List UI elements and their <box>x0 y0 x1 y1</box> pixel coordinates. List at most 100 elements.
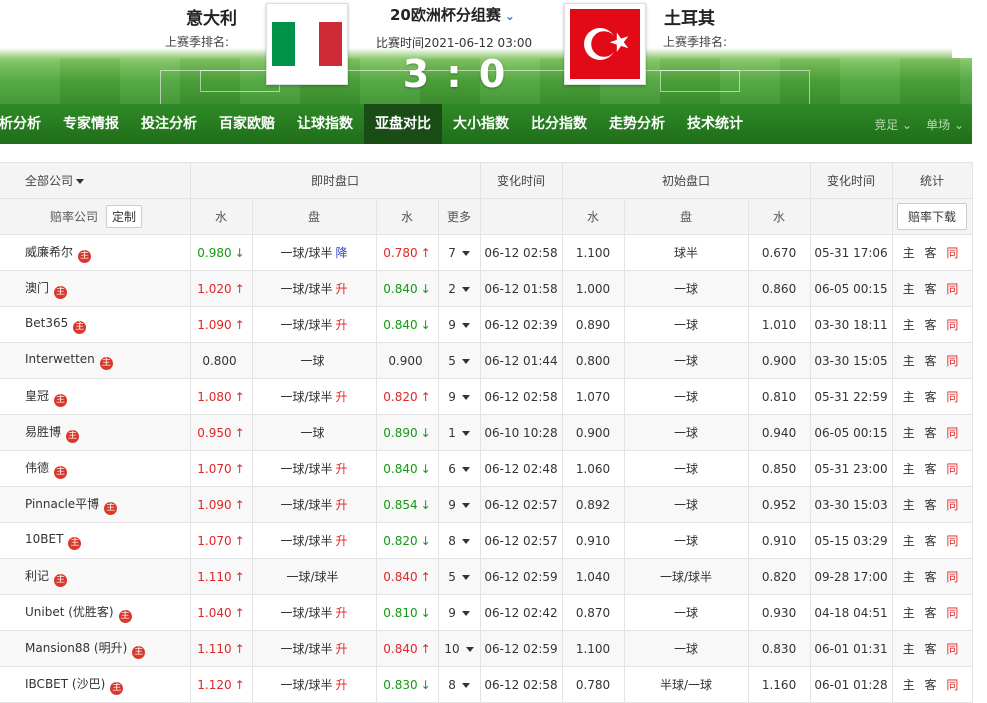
stat-home-link[interactable]: 主 <box>903 678 918 692</box>
stat-home-link[interactable]: 主 <box>903 282 918 296</box>
tab-0[interactable]: 析分析 <box>0 104 52 144</box>
table-row[interactable]: Bet365 主 1.090 ↑ 一球/球半升 0.840 ↓ 9 06-12 02:39 0.8… <box>0 306 973 343</box>
stat-away-link[interactable]: 客 <box>925 678 940 692</box>
stat-same-link[interactable]: 同 <box>946 642 961 656</box>
table-row[interactable]: 10BET 主 1.070 ↑ 一球/球半升 0.820 ↓ 8 06-12 02:57 0.91… <box>0 522 973 559</box>
italy-flag-icon[interactable] <box>266 3 348 85</box>
live-away-water: 0.820 ↑ <box>375 378 439 415</box>
tab-8[interactable]: 走势分析 <box>598 104 676 144</box>
table-row[interactable]: Mansion88 (明升) 主 1.110 ↑ 一球/球半升 0.840 ↑ 10 06-12… <box>0 630 973 667</box>
tab-5[interactable]: 亚盘对比 <box>364 104 442 144</box>
table-row[interactable]: IBCBET (沙巴) 主 1.120 ↑ 一球/球半升 0.830 ↓ 8 06-12 02:… <box>0 666 973 703</box>
more-dropdown[interactable]: 1 <box>437 414 481 451</box>
away-team-name[interactable]: 土耳其 <box>664 4 715 29</box>
more-dropdown[interactable]: 5 <box>437 342 481 379</box>
stat-away-link[interactable]: 客 <box>925 354 940 368</box>
stat-same-link[interactable]: 同 <box>946 570 961 584</box>
home-team-name[interactable]: 意大利 <box>186 4 237 29</box>
company-filter[interactable]: 全部公司 <box>0 162 191 199</box>
nav-filter-0[interactable]: 竞足 ⌄ <box>874 116 912 133</box>
table-row[interactable]: 利记主 1.110 ↑ 一球/球半 0.840 ↑ 5 06-12 02:59 1.040 一球/… <box>0 558 973 595</box>
more-dropdown[interactable]: 8 <box>437 666 481 703</box>
tab-3[interactable]: 百家欧赔 <box>208 104 286 144</box>
tab-6[interactable]: 大小指数 <box>442 104 520 144</box>
company-name[interactable]: Mansion88 (明升) 主 <box>0 630 191 667</box>
table-row[interactable]: 皇冠主 1.080 ↑ 一球/球半升 0.820 ↑ 9 06-12 02:58 1.070 一球… <box>0 378 973 415</box>
company-name[interactable]: 伟德主 <box>0 450 191 487</box>
more-dropdown[interactable]: 9 <box>437 594 481 631</box>
stat-same-link[interactable]: 同 <box>946 426 961 440</box>
table-row[interactable]: 易胜博主 0.950 ↑ 一球 0.890 ↓ 1 06-10 10:28 0.900 一球 0.9… <box>0 414 973 451</box>
company-name[interactable]: IBCBET (沙巴) 主 <box>0 666 191 703</box>
tab-9[interactable]: 技术统计 <box>676 104 754 144</box>
stat-away-link[interactable]: 客 <box>925 282 940 296</box>
company-name[interactable]: 澳门主 <box>0 270 191 307</box>
stat-same-link[interactable]: 同 <box>946 678 961 692</box>
stat-same-link[interactable]: 同 <box>946 606 961 620</box>
stat-home-link[interactable]: 主 <box>903 606 918 620</box>
company-name[interactable]: Bet365 主 <box>0 306 191 343</box>
more-dropdown[interactable]: 9 <box>437 378 481 415</box>
table-row[interactable]: 伟德主 1.070 ↑ 一球/球半升 0.840 ↓ 6 06-12 02:48 1.060 一球… <box>0 450 973 487</box>
company-name[interactable]: 10BET 主 <box>0 522 191 559</box>
stat-away-link[interactable]: 客 <box>925 426 940 440</box>
league-selector[interactable]: 20欧洲杯分组赛 ⌄ <box>390 4 515 25</box>
table-row[interactable]: 威廉希尔主 0.980 ↓ 一球/球半降 0.780 ↑ 7 06-12 02:58 1.100… <box>0 234 973 271</box>
stat-home-link[interactable]: 主 <box>903 246 918 260</box>
stat-same-link[interactable]: 同 <box>946 390 961 404</box>
stat-same-link[interactable]: 同 <box>946 354 961 368</box>
custom-button[interactable]: 定制 <box>106 205 143 228</box>
more-dropdown[interactable]: 5 <box>437 558 481 595</box>
company-name[interactable]: 利记主 <box>0 558 191 595</box>
stat-same-link[interactable]: 同 <box>946 498 961 512</box>
stat-away-link[interactable]: 客 <box>925 498 940 512</box>
stat-away-link[interactable]: 客 <box>925 390 940 404</box>
stat-home-link[interactable]: 主 <box>903 642 918 656</box>
stat-home-link[interactable]: 主 <box>903 390 918 404</box>
stat-same-link[interactable]: 同 <box>946 246 961 260</box>
table-row[interactable]: Pinnacle平博主 1.090 ↑ 一球/球半升 0.854 ↓ 9 06-12 02:5… <box>0 486 973 523</box>
tab-7[interactable]: 比分指数 <box>520 104 598 144</box>
home-badge-icon: 主 <box>68 536 82 550</box>
tab-4[interactable]: 让球指数 <box>286 104 364 144</box>
more-dropdown[interactable]: 6 <box>437 450 481 487</box>
more-dropdown[interactable]: 7 <box>437 234 481 271</box>
company-name[interactable]: 皇冠主 <box>0 378 191 415</box>
more-dropdown[interactable]: 10 <box>437 630 481 667</box>
stat-home-link[interactable]: 主 <box>903 570 918 584</box>
tab-2[interactable]: 投注分析 <box>130 104 208 144</box>
stat-home-link[interactable]: 主 <box>903 534 918 548</box>
turkey-flag-icon[interactable] <box>564 3 646 85</box>
stat-away-link[interactable]: 客 <box>925 462 940 476</box>
tab-1[interactable]: 专家情报 <box>52 104 130 144</box>
more-dropdown[interactable]: 9 <box>437 306 481 343</box>
company-name[interactable]: Interwetten 主 <box>0 342 191 379</box>
odds-download-button[interactable]: 赔率下载 <box>897 203 968 230</box>
nav-filter-1[interactable]: 单场 ⌄ <box>926 116 964 133</box>
stat-home-link[interactable]: 主 <box>903 318 918 332</box>
stat-away-link[interactable]: 客 <box>925 318 940 332</box>
stat-home-link[interactable]: 主 <box>903 498 918 512</box>
more-dropdown[interactable]: 2 <box>437 270 481 307</box>
stat-same-link[interactable]: 同 <box>946 282 961 296</box>
more-dropdown[interactable]: 8 <box>437 522 481 559</box>
stat-same-link[interactable]: 同 <box>946 462 961 476</box>
company-name[interactable]: Pinnacle平博主 <box>0 486 191 523</box>
stat-same-link[interactable]: 同 <box>946 318 961 332</box>
stat-home-link[interactable]: 主 <box>903 426 918 440</box>
company-name[interactable]: 易胜博主 <box>0 414 191 451</box>
stat-away-link[interactable]: 客 <box>925 570 940 584</box>
stat-home-link[interactable]: 主 <box>903 462 918 476</box>
more-dropdown[interactable]: 9 <box>437 486 481 523</box>
stat-same-link[interactable]: 同 <box>946 534 961 548</box>
table-row[interactable]: Unibet (优胜客) 主 1.040 ↑ 一球/球半升 0.810 ↓ 9 06-12 02… <box>0 594 973 631</box>
stat-away-link[interactable]: 客 <box>925 642 940 656</box>
stat-away-link[interactable]: 客 <box>925 534 940 548</box>
stat-home-link[interactable]: 主 <box>903 354 918 368</box>
company-name[interactable]: Unibet (优胜客) 主 <box>0 594 191 631</box>
stat-away-link[interactable]: 客 <box>925 246 940 260</box>
table-row[interactable]: 澳门主 1.020 ↑ 一球/球半升 0.840 ↓ 2 06-12 01:58 1.000 一球… <box>0 270 973 307</box>
stat-away-link[interactable]: 客 <box>925 606 940 620</box>
company-name[interactable]: 威廉希尔主 <box>0 234 191 271</box>
table-row[interactable]: Interwetten 主 0.800 一球 0.900 5 06-12 01:44 0.80… <box>0 342 973 379</box>
